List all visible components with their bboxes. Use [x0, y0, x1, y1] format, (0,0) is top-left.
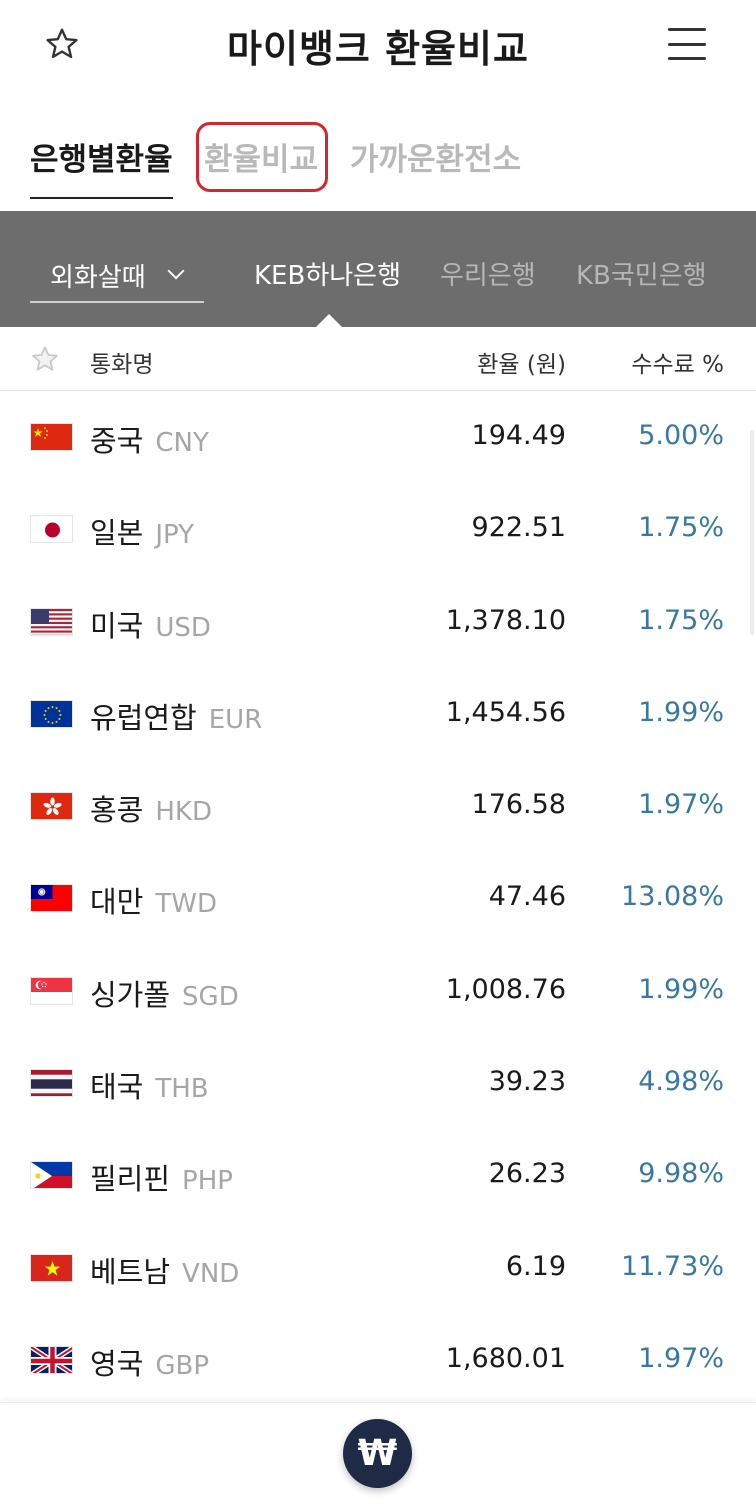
fee-percent: 4.98% — [638, 1066, 724, 1098]
table-row[interactable]: 필리핀 PHP 26.23 9.98% — [0, 1130, 756, 1222]
fee-percent: 5.00% — [638, 420, 724, 451]
favorites-filter-star-icon[interactable] — [30, 344, 60, 378]
china-flag-icon — [30, 423, 73, 451]
bank-tab-kb[interactable]: KB국민은행 — [576, 255, 707, 292]
exchange-rate: 194.49 — [471, 420, 566, 451]
bank-tab-woori[interactable]: 우리은행 — [440, 255, 536, 292]
active-bank-pointer — [316, 314, 342, 327]
currency-code: GBP — [155, 1350, 210, 1381]
table-row[interactable]: 미국 USD 1,378.10 1.75% — [0, 577, 756, 669]
currency-code: EUR — [208, 704, 263, 735]
fee-percent: 1.99% — [638, 973, 724, 1005]
fee-percent: 1.99% — [638, 696, 724, 728]
table-row[interactable]: 유럽연합 EUR 1,454.56 1.99% — [0, 669, 756, 761]
country-name: 영국 — [90, 1346, 144, 1381]
eu-flag-icon — [30, 699, 73, 728]
country-name: 유럽연합 — [90, 700, 197, 735]
tab-nearby-exchange[interactable]: 가까운환전소 — [350, 134, 521, 179]
exchange-rate: 1,680.01 — [445, 1342, 566, 1374]
fee-percent: 11.73% — [621, 1250, 724, 1282]
fee-percent: 13.08% — [621, 881, 724, 913]
column-currency-name: 통화명 — [90, 352, 154, 378]
country-name: 홍콩 — [90, 793, 144, 828]
table-row[interactable]: 홍콩 HKD 176.58 1.97% — [0, 761, 756, 853]
column-rate: 환율 (원) — [477, 352, 566, 378]
exchange-rate: 6.19 — [505, 1250, 566, 1282]
column-fee: 수수료 % — [631, 352, 724, 378]
currency-code: THB — [155, 1074, 209, 1105]
taiwan-flag-icon — [30, 884, 73, 913]
scrollbar[interactable] — [750, 430, 754, 635]
dropdown-value: 외화살때 — [50, 263, 146, 293]
japan-flag-icon — [30, 515, 73, 544]
exchange-rate: 1,454.56 — [445, 696, 566, 728]
table-row[interactable]: 영국 GBP 1,680.01 1.97% — [0, 1315, 756, 1407]
fee-percent: 1.97% — [638, 1342, 724, 1374]
table-row[interactable]: 베트남 VND 6.19 11.73% — [0, 1223, 756, 1315]
fee-percent: 1.75% — [638, 604, 724, 636]
page-title: 마이뱅크 환율비교 — [227, 27, 529, 71]
currency-code: JPY — [155, 520, 195, 551]
philippines-flag-icon — [30, 1161, 73, 1190]
currency-list: 중국 CNY 194.49 5.00% 일본 JPY 922.51 1.75% 미국… — [0, 392, 756, 1407]
table-row[interactable]: 일본 JPY 922.51 1.75% — [0, 484, 756, 576]
currency-code: CNY — [155, 428, 209, 458]
bottom-bar: ₩ — [0, 1402, 756, 1506]
vietnam-flag-icon — [30, 1253, 73, 1282]
table-header: 통화명 환율 (원) 수수료 % — [0, 327, 756, 391]
country-name: 대만 — [90, 885, 144, 920]
currency-code: SGD — [182, 981, 239, 1012]
country-name: 태국 — [90, 1070, 144, 1105]
fee-percent: 1.97% — [638, 789, 724, 821]
exchange-rate: 922.51 — [471, 512, 566, 544]
main-tabs: 은행별환율 환율비교 가까운환전소 — [0, 110, 756, 202]
tab-bank-rates[interactable]: 은행별환율 — [30, 134, 173, 199]
table-row[interactable]: 중국 CNY 194.49 5.00% — [0, 392, 756, 484]
table-row[interactable]: 태국 THB 39.23 4.98% — [0, 1038, 756, 1130]
exchange-rate: 39.23 — [488, 1066, 566, 1098]
country-name: 싱가폴 — [90, 977, 171, 1012]
fee-percent: 1.75% — [638, 512, 724, 544]
singapore-flag-icon — [30, 976, 73, 1005]
currency-code: USD — [155, 612, 211, 643]
buy-sell-dropdown[interactable]: 외화살때 — [30, 247, 204, 303]
exchange-rate: 176.58 — [471, 789, 566, 821]
exchange-rate: 1,008.76 — [445, 973, 566, 1005]
currency-code: HKD — [155, 797, 212, 828]
exchange-rate: 1,378.10 — [445, 604, 566, 636]
uk-flag-icon — [30, 1345, 73, 1374]
won-currency-fab-icon[interactable]: ₩ — [343, 1419, 412, 1488]
currency-code: TWD — [155, 889, 217, 920]
usa-flag-icon — [30, 607, 73, 636]
exchange-rate: 26.23 — [488, 1158, 566, 1190]
tab-highlight-annotation — [196, 122, 328, 192]
hongkong-flag-icon — [30, 792, 73, 821]
app-header: 마이뱅크 환율비교 — [0, 0, 756, 100]
table-row[interactable]: 싱가폴 SGD 1,008.76 1.99% — [0, 946, 756, 1038]
country-name: 일본 — [90, 516, 144, 551]
country-name: 중국 — [90, 424, 144, 458]
thailand-flag-icon — [30, 1069, 73, 1098]
currency-code: PHP — [182, 1166, 233, 1197]
exchange-rate: 47.46 — [488, 881, 566, 913]
currency-code: VND — [182, 1258, 240, 1289]
hamburger-menu-icon[interactable] — [660, 22, 714, 66]
chevron-down-icon — [167, 262, 185, 280]
table-row[interactable]: 대만 TWD 47.46 13.08% — [0, 853, 756, 945]
fee-percent: 9.98% — [638, 1158, 724, 1190]
country-name: 베트남 — [90, 1254, 171, 1289]
country-name: 필리핀 — [90, 1162, 171, 1197]
bank-tab-keb-hana[interactable]: KEB하나은행 — [254, 255, 401, 292]
country-name: 미국 — [90, 608, 144, 643]
bank-selector-bar: 외화살때 KEB하나은행 우리은행 KB국민은행 — [0, 211, 756, 327]
